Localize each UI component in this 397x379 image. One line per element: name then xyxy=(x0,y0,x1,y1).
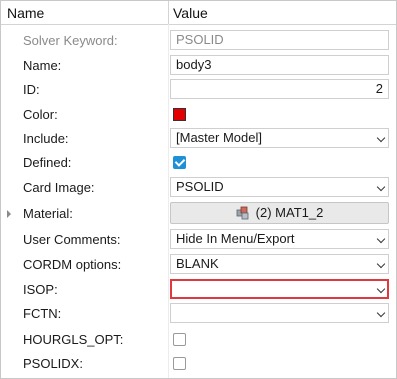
material-label: Material: xyxy=(23,206,73,221)
fctn-select[interactable] xyxy=(170,303,389,323)
id-label: ID: xyxy=(23,82,40,97)
expand-arrow-icon[interactable] xyxy=(7,210,11,218)
row-name: Name: body3 xyxy=(1,53,396,78)
chevron-down-icon xyxy=(376,234,386,244)
row-defined: Defined: xyxy=(1,150,396,175)
cordm-options-value: BLANK xyxy=(176,256,219,271)
isop-select[interactable] xyxy=(170,279,389,299)
color-swatch[interactable] xyxy=(173,108,186,121)
user-comments-value: Hide In Menu/Export xyxy=(176,231,295,246)
psolidx-label: PSOLIDX: xyxy=(23,356,83,371)
material-value: (2) MAT1_2 xyxy=(255,205,324,220)
card-image-select[interactable]: PSOLID xyxy=(170,177,389,197)
row-material: Material: (2) MAT1_2 xyxy=(1,201,396,226)
table-header: Name Value xyxy=(1,1,396,25)
defined-checkbox[interactable] xyxy=(173,156,186,169)
hourgls-opt-label: HOURGLS_OPT: xyxy=(23,332,124,347)
color-label: Color: xyxy=(23,107,58,122)
row-cordm-options: CORDM options: BLANK xyxy=(1,252,396,277)
fctn-label: FCTN: xyxy=(23,306,62,321)
material-button[interactable]: (2) MAT1_2 xyxy=(170,202,389,224)
cordm-options-label: CORDM options: xyxy=(23,257,122,272)
psolidx-checkbox[interactable] xyxy=(173,357,186,370)
name-field[interactable]: body3 xyxy=(170,55,389,75)
chevron-down-icon xyxy=(376,182,386,192)
chevron-down-icon xyxy=(376,308,386,318)
isop-label: ISOP: xyxy=(23,282,58,297)
header-name: Name xyxy=(7,5,45,21)
card-image-label: Card Image: xyxy=(23,180,95,195)
row-fctn: FCTN: xyxy=(1,301,396,326)
header-value: Value xyxy=(173,5,208,21)
chevron-down-icon xyxy=(376,284,386,294)
cordm-options-select[interactable]: BLANK xyxy=(170,254,389,274)
solver-keyword-field: PSOLID xyxy=(170,30,389,50)
checkmark-icon xyxy=(174,156,186,167)
row-user-comments: User Comments: Hide In Menu/Export xyxy=(1,227,396,252)
include-value: [Master Model] xyxy=(176,130,262,145)
name-label: Name: xyxy=(23,58,62,73)
user-comments-label: User Comments: xyxy=(23,232,121,247)
row-psolidx: PSOLIDX: xyxy=(1,351,396,376)
row-color: Color: xyxy=(1,102,396,127)
row-solver-keyword: Solver Keyword: PSOLID xyxy=(1,28,396,53)
user-comments-select[interactable]: Hide In Menu/Export xyxy=(170,229,389,249)
id-field[interactable]: 2 xyxy=(170,79,389,99)
header-separator[interactable] xyxy=(168,1,169,24)
row-include: Include: [Master Model] xyxy=(1,126,396,151)
card-image-value: PSOLID xyxy=(176,179,224,194)
hourgls-opt-checkbox[interactable] xyxy=(173,333,186,346)
row-id: ID: 2 xyxy=(1,77,396,102)
chevron-down-icon xyxy=(376,259,386,269)
material-icon xyxy=(236,206,249,220)
defined-label: Defined: xyxy=(23,155,72,170)
row-hourgls-opt: HOURGLS_OPT: xyxy=(1,327,396,352)
row-isop: ISOP: xyxy=(1,277,396,302)
row-card-image: Card Image: PSOLID xyxy=(1,175,396,200)
chevron-down-icon xyxy=(376,133,386,143)
property-table: Name Value Solver Keyword: PSOLID Name: … xyxy=(0,0,397,379)
include-select[interactable]: [Master Model] xyxy=(170,128,389,148)
solver-keyword-label: Solver Keyword: xyxy=(23,33,118,48)
include-label: Include: xyxy=(23,131,69,146)
